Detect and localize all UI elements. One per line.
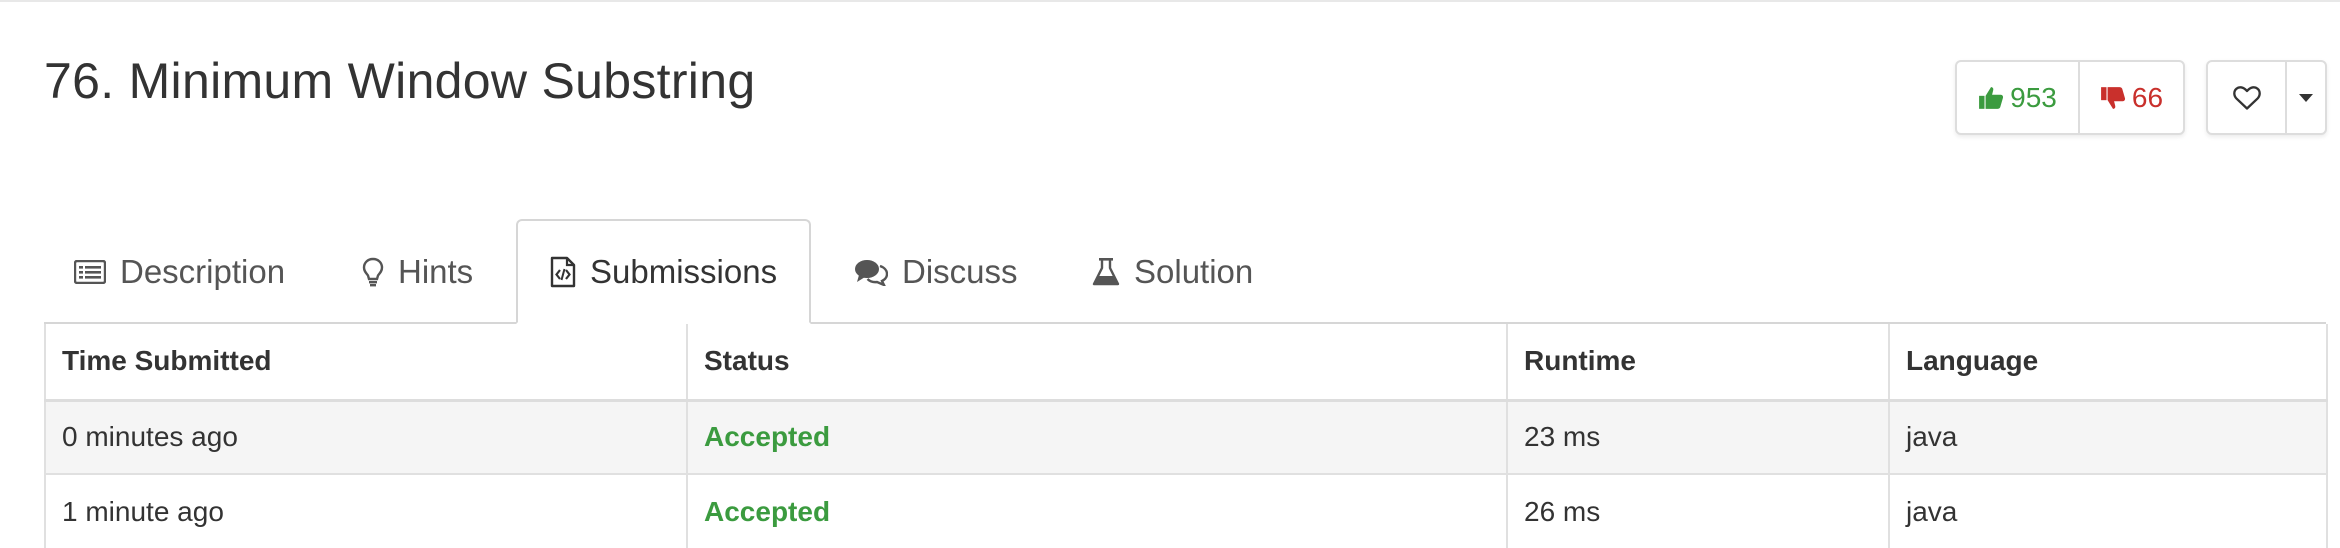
table-row: 0 minutes ago Accepted 23 ms java [44,399,2328,474]
column-header-language: Language [1888,324,2328,402]
cell-language: java [1888,399,2328,474]
column-header-runtime: Runtime [1506,324,1890,402]
top-divider [0,0,2340,2]
tab-discuss-label: Discuss [902,252,1018,290]
tab-hints[interactable]: Hints [362,219,473,324]
tab-solution[interactable]: Solution [1092,219,1253,324]
tab-description[interactable]: Description [74,219,285,324]
cell-runtime: 26 ms [1506,473,1890,548]
tab-solution-label: Solution [1134,252,1254,290]
submissions-table: Time Submitted Status Runtime Language 0… [44,324,2328,548]
caret-down-icon [2299,93,2313,102]
more-options-dropdown[interactable] [2285,62,2325,133]
vote-buttons: 953 66 [1955,60,2185,135]
problem-tabs: Description Hints Submissions Discuss So… [44,219,2326,324]
cell-language: java [1888,473,2328,548]
heart-icon [2232,85,2261,111]
cell-status: Accepted [686,473,1508,548]
favorite-button[interactable] [2208,62,2285,133]
column-header-status: Status [686,324,1508,402]
status-link[interactable]: Accepted [704,496,830,527]
dislike-button[interactable]: 66 [2078,62,2183,133]
favorite-buttons [2206,60,2327,135]
table-row: 1 minute ago Accepted 26 ms java [44,473,2328,548]
table-header-row: Time Submitted Status Runtime Language [44,324,2328,402]
thumbs-down-icon [2100,85,2126,111]
comments-icon [854,258,888,286]
cell-status: Accepted [686,399,1508,474]
tab-description-label: Description [120,252,286,290]
cell-time: 1 minute ago [44,473,688,548]
tab-hints-label: Hints [398,252,474,290]
cell-time: 0 minutes ago [44,399,688,474]
tab-discuss[interactable]: Discuss [854,219,1018,324]
dislike-count: 66 [2131,81,2164,113]
cell-runtime: 23 ms [1506,399,1890,474]
page-title: 76. Minimum Window Substring [44,53,756,109]
tab-submissions[interactable]: Submissions [516,219,812,324]
tab-submissions-label: Submissions [590,252,778,290]
status-link[interactable]: Accepted [704,421,830,452]
thumbs-up-icon [1978,85,2004,111]
list-icon [74,259,106,284]
like-button[interactable]: 953 [1957,62,2078,133]
flask-icon [1092,257,1120,287]
like-count: 953 [2010,81,2057,113]
lightbulb-icon [362,257,384,287]
column-header-time: Time Submitted [44,324,688,402]
code-file-icon [550,256,576,288]
